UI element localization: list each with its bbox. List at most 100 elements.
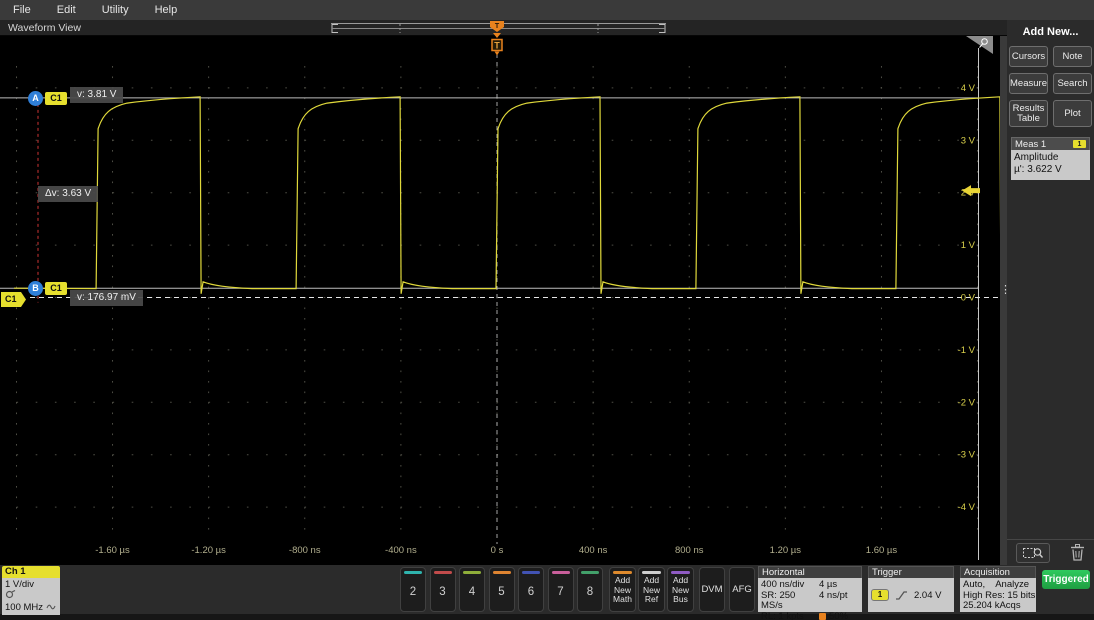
- channel-color-stripe: [434, 571, 452, 574]
- channel-3-button[interactable]: 3: [430, 567, 456, 612]
- zoom-box-icon: [1022, 546, 1044, 560]
- add-new-search-button[interactable]: Search: [1053, 73, 1092, 94]
- v-axis-label: 4 V: [961, 83, 976, 94]
- add-new-math-button[interactable]: Add New Math: [609, 567, 636, 612]
- channel-2-button[interactable]: 2: [400, 567, 426, 612]
- channel-1-trace: [14, 97, 1000, 294]
- panel-splitter[interactable]: ⋮: [1000, 36, 1007, 565]
- trigger-position-marker[interactable]: T T: [489, 21, 505, 57]
- channel-7-button[interactable]: 7: [548, 567, 574, 612]
- probe-icon: [5, 590, 16, 599]
- add-new-color-stripe: [671, 571, 690, 574]
- trigger-flag-label: T: [494, 41, 500, 51]
- zoom-mode-button[interactable]: [1016, 543, 1050, 563]
- channel-color-stripe: [581, 571, 599, 574]
- t-axis-label: 0 s: [491, 545, 504, 556]
- menu-file[interactable]: File: [13, 4, 31, 16]
- cursor-a-badge[interactable]: A: [28, 91, 43, 106]
- channel-number: 2: [401, 586, 425, 598]
- t-axis-label: 400 ns: [579, 545, 608, 556]
- record-position-icon: [819, 613, 826, 620]
- horizontal-row-value: 50%: [819, 612, 859, 620]
- channel-8-button[interactable]: 8: [577, 567, 603, 612]
- horizontal-settings: 400 ns/div4 µsSR: 250 MS/s4 ns/ptRL: 1 k…: [758, 578, 862, 612]
- measurement-title: Meas 1: [1015, 139, 1073, 150]
- waveform-display[interactable]: 4 V3 V2 V1 V0 V-1 V-2 V-3 V-4 V-1.60 µs-…: [0, 36, 1000, 565]
- channel-4-button[interactable]: 4: [459, 567, 485, 612]
- t-axis-label: -400 ns: [385, 545, 417, 556]
- channel-color-stripe: [404, 571, 422, 574]
- horizontal-row-label: RL: 1 kpts: [761, 612, 819, 620]
- trash-icon[interactable]: [1070, 544, 1085, 561]
- add-new-note-button[interactable]: Note: [1053, 46, 1092, 67]
- trigger-source-badge: 1: [871, 589, 889, 601]
- cursor-b-channel-tag: C1: [45, 282, 67, 295]
- add-new-cursors-button[interactable]: Cursors: [1009, 46, 1048, 67]
- panel-tools: [1007, 539, 1094, 562]
- menu-bar: File Edit Utility Help: [0, 0, 1094, 20]
- channel-1-badge[interactable]: Ch 1 1 V/div 100 MHz: [2, 566, 60, 615]
- trigger-flag-point: [495, 52, 500, 56]
- afg-button[interactable]: AFG: [729, 567, 755, 612]
- channel-number: 3: [431, 586, 455, 598]
- v-axis-label: -4 V: [958, 502, 976, 513]
- waveform-plot: 4 V3 V2 V1 V0 V-1 V-2 V-3 V-4 V-1.60 µs-…: [0, 36, 1000, 565]
- splitter-grip-icon[interactable]: ⋮: [1000, 283, 1007, 296]
- measurement-source-badge: 1: [1073, 140, 1086, 148]
- cursor-a-readout[interactable]: v: 3.81 V: [70, 87, 123, 103]
- trigger-level: 2.04 V: [914, 590, 941, 601]
- channel-color-stripe: [463, 571, 481, 574]
- measurement-value: µ': 3.622 V: [1014, 164, 1087, 176]
- horizontal-row-label: SR: 250 MS/s: [761, 591, 819, 612]
- measurement-name: Amplitude: [1014, 152, 1087, 164]
- trigger-panel[interactable]: Trigger 1 2.04 V: [868, 566, 954, 612]
- menu-utility[interactable]: Utility: [102, 4, 129, 16]
- add-new-color-stripe: [642, 571, 661, 574]
- menu-edit[interactable]: Edit: [57, 4, 76, 16]
- dvm-button[interactable]: DVM: [699, 567, 725, 612]
- add-new-plot-button[interactable]: Plot: [1053, 100, 1092, 127]
- cursor-a-channel-tag: C1: [45, 92, 67, 105]
- add-new-ref-button[interactable]: Add New Ref: [638, 567, 665, 612]
- channel-number: 8: [578, 586, 602, 598]
- cursor-delta-readout: Δv: 3.63 V: [38, 186, 98, 202]
- t-axis-label: 1.20 µs: [770, 545, 802, 556]
- menu-help[interactable]: Help: [155, 4, 178, 16]
- t-axis-label: 800 ns: [675, 545, 704, 556]
- acquisition-row: 25.204 kAcqs: [963, 601, 1033, 612]
- channel-1-settings: 1 V/div 100 MHz: [2, 578, 60, 615]
- channel-6-button[interactable]: 6: [518, 567, 544, 612]
- cursor-b-readout[interactable]: v: 176.97 mV: [70, 290, 143, 306]
- trigger-settings: 1 2.04 V: [868, 578, 954, 612]
- measurement-card[interactable]: Meas 1 1 Amplitude µ': 3.622 V: [1011, 137, 1090, 180]
- oscilloscope-app: FileEditUtilityHelp Waveform View 4 V3 V…: [0, 0, 1094, 620]
- measurement-card-header[interactable]: Meas 1 1: [1011, 137, 1090, 150]
- horizontal-row-value: 4 ns/pt: [819, 591, 859, 612]
- channel-5-button[interactable]: 5: [489, 567, 515, 612]
- channel-1-position-marker[interactable]: C1: [1, 292, 26, 307]
- side-panel: Add New... CursorsNoteMeasureSearchResul…: [1007, 20, 1094, 565]
- v-axis-label: 3 V: [961, 135, 976, 146]
- measurement-card-body[interactable]: Amplitude µ': 3.622 V: [1011, 150, 1090, 180]
- corner-zoom-handle[interactable]: [966, 36, 993, 54]
- cursor-b-badge[interactable]: B: [28, 281, 43, 296]
- horizontal-title: Horizontal: [758, 566, 862, 578]
- t-axis-label: 1.60 µs: [866, 545, 898, 556]
- add-new-results-table-button[interactable]: Results Table: [1009, 100, 1048, 127]
- t-axis-label: -800 ns: [289, 545, 321, 556]
- acquisition-panel[interactable]: Acquisition Auto, AnalyzeHigh Res: 15 bi…: [960, 566, 1036, 612]
- settings-bar: Ch 1 1 V/div 100 MHz Horizontal: [0, 565, 1094, 614]
- channel-number: 4: [460, 586, 484, 598]
- acquisition-settings: Auto, AnalyzeHigh Res: 15 bits25.204 kAc…: [960, 578, 1036, 612]
- bandwidth-icon: [46, 603, 56, 610]
- horizontal-panel[interactable]: Horizontal 400 ns/div4 µsSR: 250 MS/s4 n…: [758, 566, 862, 612]
- add-new-label: Add New Math: [610, 576, 635, 605]
- channel-number: 7: [549, 586, 573, 598]
- v-axis-label: 0 V: [961, 293, 976, 304]
- rising-edge-icon: [895, 590, 908, 601]
- add-new-bus-button[interactable]: Add New Bus: [667, 567, 694, 612]
- add-new-measure-button[interactable]: Measure: [1009, 73, 1048, 94]
- add-new-label: Add New Ref: [639, 576, 664, 605]
- channel-number: 5: [490, 586, 514, 598]
- horizontal-row-label: 400 ns/div: [761, 580, 819, 591]
